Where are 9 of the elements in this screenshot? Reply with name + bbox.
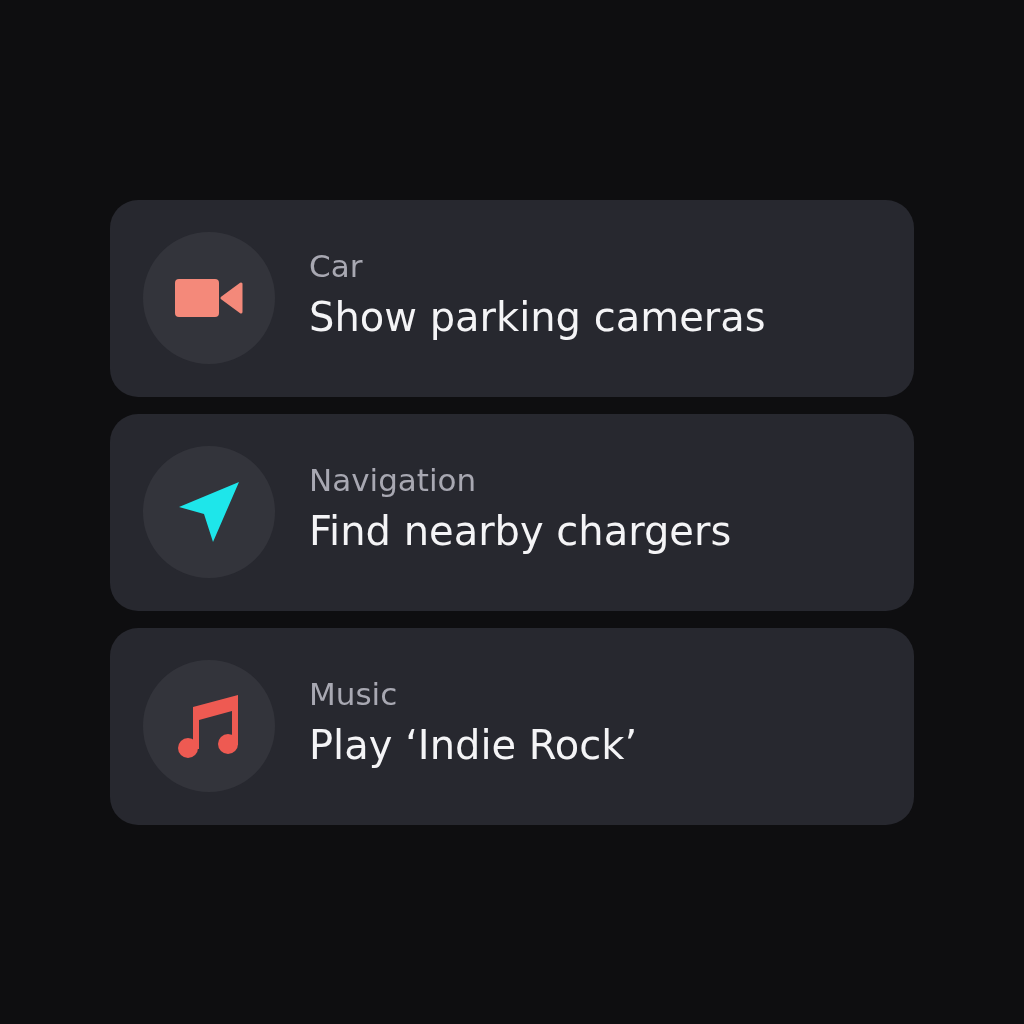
category-label: Navigation — [309, 462, 478, 498]
category-label: Music — [309, 676, 399, 712]
action-text: Find nearby chargers — [309, 508, 732, 554]
category-label: Car — [309, 248, 364, 284]
suggestion-card[interactable]: Navigation Find nearby chargers — [110, 413, 914, 611]
suggestion-card[interactable]: Music Play ‘Indie Rock’ — [110, 627, 914, 825]
action-text: Show parking cameras — [309, 294, 766, 340]
action-text: Play ‘Indie Rock’ — [309, 722, 638, 768]
suggestion-card[interactable]: Car Show parking cameras — [110, 199, 914, 397]
